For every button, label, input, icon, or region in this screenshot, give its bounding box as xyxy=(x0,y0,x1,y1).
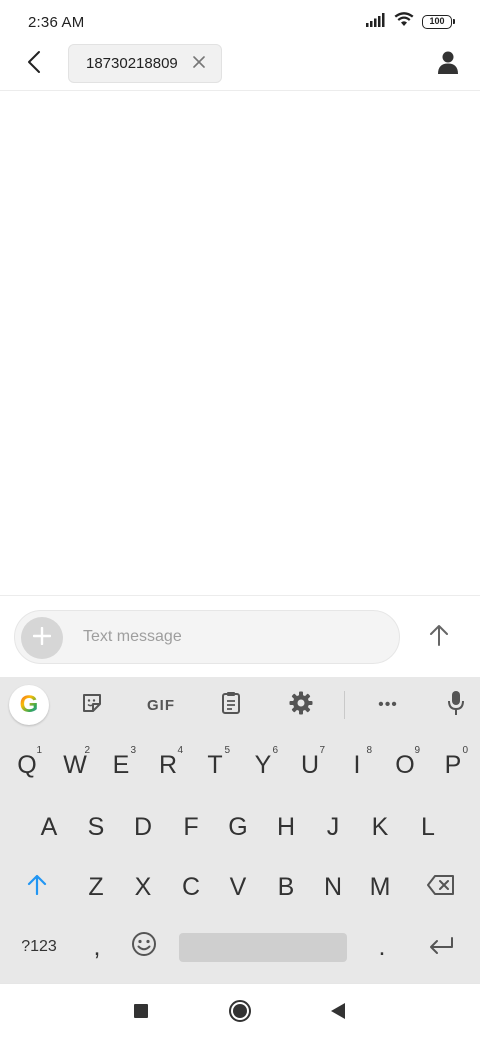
spacebar[interactable] xyxy=(179,933,347,962)
backspace-key[interactable] xyxy=(418,859,464,915)
battery-icon: 100 xyxy=(422,15,455,29)
key-m[interactable]: M xyxy=(357,859,403,915)
gif-icon: GIF xyxy=(147,696,175,714)
contact-button[interactable] xyxy=(432,48,464,80)
gear-icon xyxy=(289,691,313,720)
clipboard-button[interactable] xyxy=(211,685,251,725)
compose-bar xyxy=(0,595,480,677)
message-input[interactable] xyxy=(81,611,381,663)
emoji-key[interactable] xyxy=(121,919,167,975)
key-v[interactable]: V xyxy=(215,859,261,915)
key-e[interactable]: E 3 xyxy=(98,737,144,793)
signal-icon xyxy=(366,12,386,32)
sticker-icon xyxy=(81,692,103,719)
recents-square-icon xyxy=(133,1003,149,1024)
status-time: 2:36 AM xyxy=(28,14,85,31)
gif-button[interactable]: GIF xyxy=(141,685,181,725)
symbols-key[interactable]: ?123 xyxy=(14,919,64,975)
send-arrow-icon xyxy=(429,624,449,651)
key-r[interactable]: R 4 xyxy=(145,737,191,793)
back-arrow-icon xyxy=(27,50,41,79)
enter-icon xyxy=(428,933,454,962)
key-u[interactable]: U 7 xyxy=(287,737,333,793)
emoji-icon xyxy=(131,931,157,964)
voice-input-button[interactable] xyxy=(436,685,476,725)
key-g[interactable]: G xyxy=(215,799,261,855)
remove-recipient-button[interactable] xyxy=(191,55,207,71)
recents-button[interactable] xyxy=(126,998,156,1028)
more-icon: ••• xyxy=(378,696,398,713)
key-h[interactable]: H xyxy=(263,799,309,855)
back-button[interactable] xyxy=(18,48,50,80)
google-icon: G xyxy=(19,691,39,718)
key-y[interactable]: Y 6 xyxy=(240,737,286,793)
message-list xyxy=(0,92,480,595)
person-icon xyxy=(438,50,458,79)
key-d[interactable]: D xyxy=(120,799,166,855)
add-attachment-button[interactable] xyxy=(21,617,63,659)
navigation-bar xyxy=(0,983,480,1040)
period-key[interactable]: . xyxy=(359,919,405,975)
toolbar-divider xyxy=(344,691,345,719)
mic-icon xyxy=(448,690,464,721)
shift-arrow-icon xyxy=(27,873,47,902)
back-triangle-icon xyxy=(330,1002,346,1025)
clipboard-icon xyxy=(221,691,241,720)
key-i[interactable]: I 8 xyxy=(334,737,380,793)
key-p[interactable]: P 0 xyxy=(430,737,476,793)
key-j[interactable]: J xyxy=(310,799,356,855)
key-n[interactable]: N xyxy=(310,859,356,915)
settings-button[interactable] xyxy=(281,685,321,725)
key-o[interactable]: O 9 xyxy=(382,737,428,793)
key-b[interactable]: B xyxy=(263,859,309,915)
status-bar: 2:36 AM 100 xyxy=(0,0,480,44)
send-button[interactable] xyxy=(420,618,458,656)
key-w[interactable]: W 2 xyxy=(52,737,98,793)
key-q[interactable]: Q 1 xyxy=(4,737,50,793)
key-z[interactable]: Z xyxy=(73,859,119,915)
conversation-header: 18730218809 xyxy=(0,44,480,91)
recipient-chip[interactable]: 18730218809 xyxy=(68,44,222,83)
shift-key[interactable] xyxy=(14,859,60,915)
close-icon xyxy=(193,55,205,72)
backspace-icon xyxy=(427,873,455,902)
plus-icon xyxy=(32,626,52,650)
status-icons: 100 xyxy=(366,12,455,32)
more-button[interactable]: ••• xyxy=(368,685,408,725)
recipient-number: 18730218809 xyxy=(86,55,178,72)
keyboard-toolbar: G GIF ••• xyxy=(0,677,480,732)
key-t[interactable]: T 5 xyxy=(192,737,238,793)
google-search-button[interactable]: G xyxy=(9,685,49,725)
key-k[interactable]: K xyxy=(357,799,403,855)
enter-key[interactable] xyxy=(418,919,464,975)
sticker-button[interactable] xyxy=(72,685,112,725)
key-l[interactable]: L xyxy=(405,799,451,855)
key-a[interactable]: A xyxy=(26,799,72,855)
comma-key[interactable]: , xyxy=(74,919,120,975)
key-c[interactable]: C xyxy=(168,859,214,915)
keyboard: G GIF ••• Q 1 W 2 E 3 R 4 T 5 Y 6 U 7 I … xyxy=(0,677,480,983)
wifi-icon xyxy=(394,12,414,32)
key-s[interactable]: S xyxy=(73,799,119,855)
key-x[interactable]: X xyxy=(120,859,166,915)
key-f[interactable]: F xyxy=(168,799,214,855)
nav-back-button[interactable] xyxy=(323,998,353,1028)
compose-box xyxy=(14,610,400,664)
home-circle-icon xyxy=(228,999,252,1028)
home-button[interactable] xyxy=(225,998,255,1028)
